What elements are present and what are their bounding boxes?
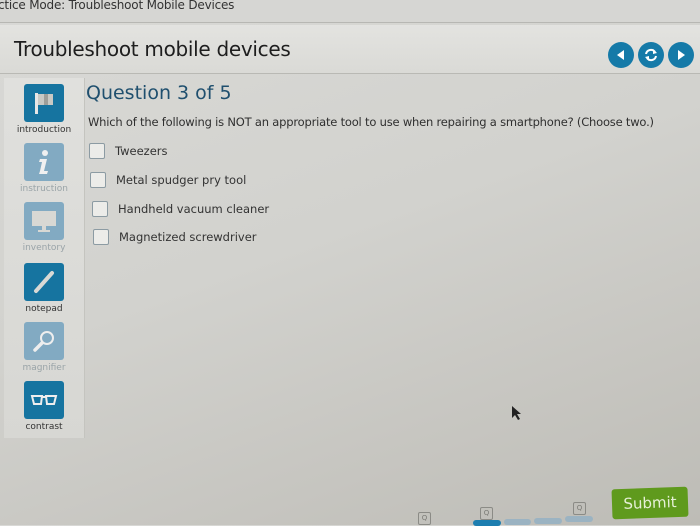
question-number: Question 3 of 5 <box>86 82 232 104</box>
submit-button[interactable]: Submit <box>611 486 689 520</box>
flag-icon <box>35 93 53 114</box>
reset-button[interactable] <box>638 42 664 68</box>
window-title: ctice Mode: Troubleshoot Mobile Devices <box>0 0 235 12</box>
chevron-left-icon <box>617 50 624 60</box>
tool-label: contrast <box>25 422 63 432</box>
question-icon[interactable]: Q <box>480 507 493 520</box>
question-icon[interactable]: Q <box>573 502 586 515</box>
option-magnetized-screwdriver[interactable]: Magnetized screwdriver <box>93 229 257 245</box>
glasses-icon <box>30 395 58 405</box>
tools-sidebar: introduction instruction inventory notep… <box>4 78 85 438</box>
option-label: Magnetized screwdriver <box>119 230 257 244</box>
tool-instruction[interactable]: instruction <box>4 143 84 194</box>
magnifier-icon <box>33 331 54 352</box>
tool-inventory[interactable]: inventory <box>4 202 84 253</box>
progress-segment[interactable] <box>534 518 562 524</box>
checkbox[interactable] <box>89 143 105 159</box>
tool-label: notepad <box>25 304 63 314</box>
pencil-icon <box>34 271 54 293</box>
question-icon[interactable]: Q <box>418 512 431 525</box>
progress-segment[interactable] <box>504 519 531 525</box>
option-label: Handheld vacuum cleaner <box>118 202 270 216</box>
option-label: Metal spudger pry tool <box>116 173 247 187</box>
window-titlebar: ctice Mode: Troubleshoot Mobile Devices <box>0 0 700 23</box>
checkbox[interactable] <box>92 201 108 217</box>
option-metal-spudger[interactable]: Metal spudger pry tool <box>90 172 246 188</box>
refresh-icon <box>645 48 657 62</box>
tool-notepad[interactable]: notepad <box>4 263 84 314</box>
tool-label: introduction <box>16 125 72 135</box>
checkbox[interactable] <box>90 172 106 188</box>
progress-segment-current[interactable] <box>473 520 501 526</box>
tool-introduction[interactable]: introduction <box>4 84 84 135</box>
tool-label: magnifier <box>22 363 66 373</box>
option-label: Tweezers <box>115 144 168 158</box>
tool-magnifier[interactable]: magnifier <box>4 322 84 373</box>
question-navigator <box>0 497 700 525</box>
previous-button[interactable] <box>608 42 634 68</box>
page-header: Troubleshoot mobile devices <box>0 25 700 74</box>
option-tweezers[interactable]: Tweezers <box>89 143 168 159</box>
monitor-icon <box>32 211 56 232</box>
page-title: Troubleshoot mobile devices <box>14 37 291 61</box>
question-text: Which of the following is NOT an appropr… <box>88 115 654 129</box>
tool-label: instruction <box>19 184 68 194</box>
info-icon <box>39 150 48 174</box>
checkbox[interactable] <box>93 229 109 245</box>
chevron-right-icon <box>678 50 685 60</box>
progress-segment[interactable] <box>565 516 593 522</box>
mouse-cursor-icon <box>512 406 521 420</box>
nav-buttons <box>608 42 694 68</box>
tool-label: inventory <box>22 243 66 253</box>
next-button[interactable] <box>668 42 694 68</box>
option-vacuum-cleaner[interactable]: Handheld vacuum cleaner <box>92 201 269 217</box>
tool-contrast[interactable]: contrast <box>4 381 84 432</box>
